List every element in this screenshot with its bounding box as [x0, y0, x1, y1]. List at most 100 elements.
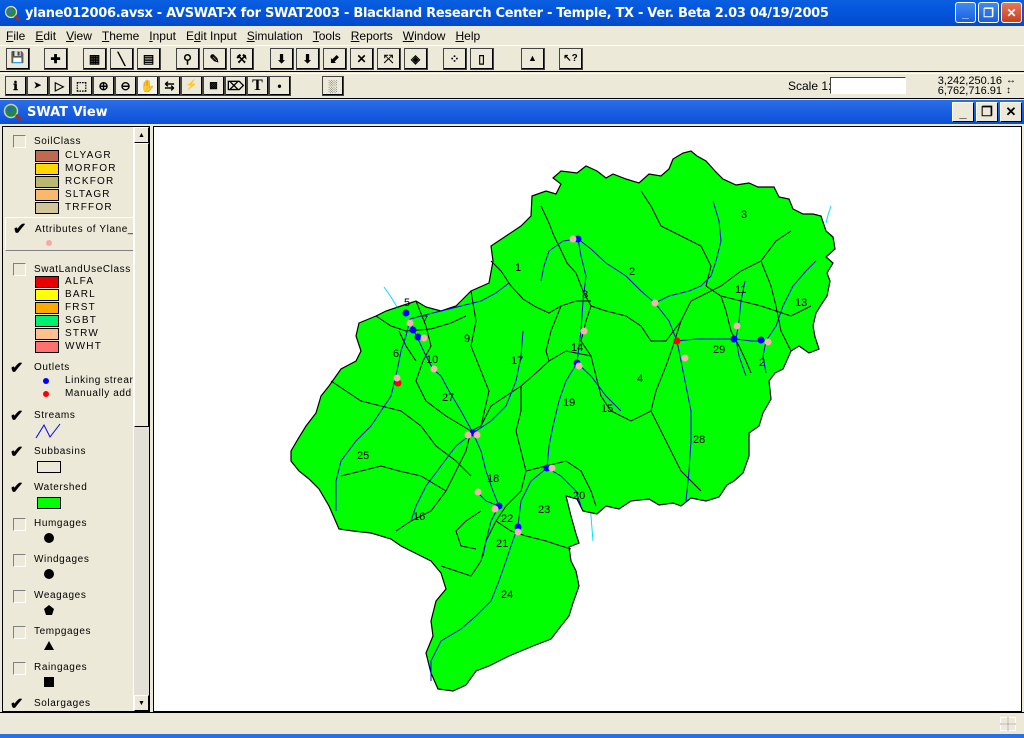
open-table-button[interactable]: ▤ — [137, 48, 161, 70]
menu-simulation[interactable]: Simulation — [243, 29, 309, 43]
menubar: File Edit View Theme Input Edit Input Si… — [0, 26, 1024, 45]
theme-watershed[interactable]: ✔ Watershed — [3, 479, 134, 513]
area-of-interest-tool[interactable]: ▩ — [203, 76, 225, 96]
locate-address-button[interactable]: ✎ — [203, 48, 227, 70]
zoom-previous-button[interactable]: ◈ — [404, 48, 428, 70]
checkmark-icon[interactable]: ✔ — [10, 697, 23, 712]
theme-raingages[interactable]: Raingages — [3, 659, 134, 693]
theme-streams[interactable]: ✔ Streams — [3, 407, 134, 441]
view-minimize-button[interactable]: _ — [952, 102, 974, 122]
checkmark-icon[interactable]: ✔ — [10, 409, 23, 425]
theme-solargages[interactable]: ✔ Solargages — [3, 695, 134, 712]
theme-checkbox[interactable] — [13, 135, 26, 148]
subbasin-label: 28 — [693, 434, 705, 446]
maximize-button[interactable]: ❐ — [978, 2, 999, 23]
close-icon: ✕ — [1005, 104, 1017, 119]
pointer-tool[interactable]: ➤ — [27, 76, 49, 96]
theme-attributes[interactable]: ✔ Attributes of Ylane_ — [5, 217, 135, 251]
view-close-button[interactable]: ✕ — [1000, 102, 1022, 122]
theme-checkbox[interactable] — [13, 518, 26, 531]
legend-item: CLYAGR — [35, 149, 112, 162]
size-grip-icon[interactable] — [1000, 717, 1016, 731]
zoom-out-tool[interactable]: ⊖ — [115, 76, 137, 96]
theme-outlets[interactable]: ✔ Outlets Linking strear Manually add — [3, 359, 134, 400]
swatch-clyagr — [35, 149, 59, 162]
view-restore-button[interactable]: ❐ — [976, 102, 998, 122]
menu-theme[interactable]: Theme — [98, 29, 145, 43]
menu-window[interactable]: Window — [399, 29, 452, 43]
zoom-to-selected-button[interactable]: ⬋ — [323, 48, 347, 70]
menu-tools[interactable]: Tools — [309, 29, 347, 43]
close-button[interactable]: ✕ — [1001, 2, 1022, 23]
attribute-point — [491, 505, 499, 513]
scroll-thumb[interactable] — [134, 143, 149, 427]
theme-swatlanduseclass[interactable]: SwatLandUseClass ALFA BARL FRST SGBT STR… — [3, 259, 134, 353]
theme-subbasins[interactable]: ✔ Subbasins — [3, 443, 134, 477]
edit-legend-button[interactable]: ╲ — [110, 48, 134, 70]
checkmark-icon[interactable]: ✔ — [10, 445, 23, 461]
create-chart-button[interactable]: ▲ — [521, 48, 545, 70]
text-tool[interactable]: T — [247, 76, 269, 96]
theme-name: Tempgages — [34, 626, 92, 637]
legend-item: SGBT — [35, 314, 97, 327]
toc-scrollbar[interactable]: ▲ ▼ — [133, 127, 149, 711]
menu-reports[interactable]: Reports — [347, 29, 399, 43]
menu-file[interactable]: File — [2, 29, 31, 43]
manual-outlet-symbol — [43, 390, 49, 397]
minimize-button[interactable]: _ — [955, 2, 976, 23]
manual-outlet — [673, 337, 681, 345]
query-builder-button[interactable]: ⚒ — [230, 48, 254, 70]
pan-tool[interactable]: ✋ — [137, 76, 159, 96]
subbasin-label: 11 — [735, 284, 746, 296]
theme-windgages[interactable]: Windgages — [3, 551, 134, 585]
checkmark-icon[interactable]: ✔ — [10, 361, 23, 377]
theme-name: Streams — [34, 410, 76, 421]
zoom-in-tool[interactable]: ⊕ — [93, 76, 115, 96]
legend-item: ALFA — [35, 275, 94, 288]
checkmark-icon[interactable]: ✔ — [13, 222, 26, 238]
scroll-up-button[interactable]: ▲ — [134, 127, 149, 143]
snap-tool[interactable]: ░ — [322, 76, 344, 96]
theme-soilclass[interactable]: SoilClass CLYAGR MORFOR RCKFOR SLTAGR TR… — [3, 131, 134, 221]
theme-humgages[interactable]: Humgages — [3, 515, 134, 549]
zoom-in-fixed-button[interactable]: ✕ — [350, 48, 374, 70]
square-symbol — [44, 677, 54, 687]
theme-properties-button[interactable]: ▦ — [83, 48, 107, 70]
theme-checkbox[interactable] — [13, 263, 26, 276]
theme-checkbox[interactable] — [13, 662, 26, 675]
find-button[interactable]: ⚲ — [176, 48, 200, 70]
menu-input[interactable]: Input — [145, 29, 182, 43]
vertex-edit-tool[interactable]: ▷ — [49, 76, 71, 96]
select-feature-tool[interactable]: ⬚ — [71, 76, 93, 96]
theme-tempgages[interactable]: Tempgages — [3, 623, 134, 657]
scroll-down-button[interactable]: ▼ — [134, 695, 149, 711]
measure-tool[interactable]: ⇆ — [159, 76, 181, 96]
scale-input[interactable] — [830, 77, 906, 94]
theme-checkbox[interactable] — [13, 626, 26, 639]
identify-tool[interactable]: ℹ — [5, 76, 27, 96]
label-tool[interactable]: ⌦ — [225, 76, 247, 96]
clear-selection-button[interactable]: ▯ — [470, 48, 494, 70]
theme-weagages[interactable]: Weagages — [3, 587, 134, 621]
menu-help[interactable]: Help — [451, 29, 486, 43]
draw-point-tool[interactable]: • — [269, 76, 291, 96]
zoom-active-themes-button[interactable]: ⬇ — [296, 48, 320, 70]
select-by-theme-button[interactable]: ⁘ — [443, 48, 467, 70]
zoom-full-extent-button[interactable]: ⬇ — [270, 48, 294, 70]
checkmark-icon[interactable]: ✔ — [10, 481, 23, 497]
add-theme-button[interactable]: ✚ — [44, 48, 68, 70]
theme-checkbox[interactable] — [13, 554, 26, 567]
save-button[interactable]: 💾 — [6, 48, 30, 70]
menu-view[interactable]: View — [62, 29, 98, 43]
zoom-out-fixed-button[interactable]: ⤧ — [377, 48, 401, 70]
theme-checkbox[interactable] — [13, 590, 26, 603]
tool-bar: ℹ ➤ ▷ ⬚ ⊕ ⊖ ✋ ⇆ ⚡ ▩ ⌦ T • ░ Scale 1: 3,2… — [0, 73, 1024, 99]
help-button[interactable]: ↖? — [559, 48, 583, 70]
menu-edit[interactable]: Edit — [31, 29, 62, 43]
map-canvas[interactable]: 1 2 3 4 5 6 7 8 9 10 11 13 14 15 16 17 1… — [153, 126, 1022, 712]
hot-link-tool[interactable]: ⚡ — [181, 76, 203, 96]
theme-name: Weagages — [34, 590, 87, 601]
linking-outlet — [730, 335, 738, 343]
measure-icon: ⇆ — [164, 78, 175, 93]
menu-edit-input[interactable]: Edit Input — [182, 29, 243, 43]
